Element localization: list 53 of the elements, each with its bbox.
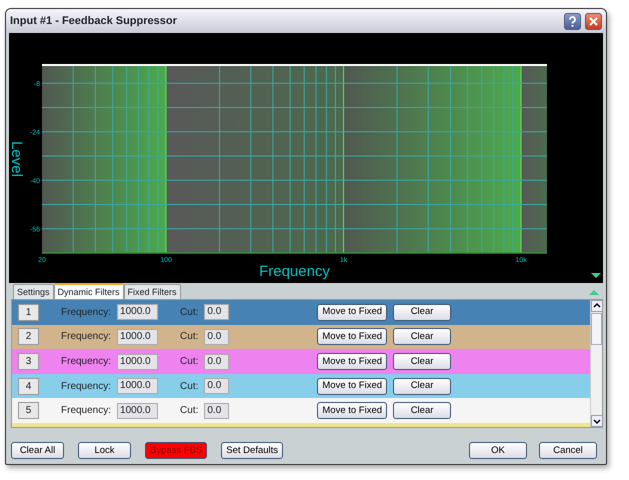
move-to-fixed-button[interactable]: Move to Fixed	[317, 402, 388, 420]
help-icon[interactable]	[564, 12, 581, 30]
scroll-thumb[interactable]	[591, 313, 602, 345]
cancel-button[interactable]: Cancel	[539, 442, 597, 459]
field-label: Cut:	[180, 355, 198, 370]
field-label: Frequency:	[61, 355, 112, 370]
row-number: 3	[18, 353, 39, 370]
tab[interactable]: Dynamic Filters	[54, 282, 124, 299]
frequency-field[interactable]: 1000.0	[117, 304, 158, 320]
field-label: Frequency:	[61, 306, 112, 320]
move-to-fixed-button[interactable]: Move to Fixed	[317, 353, 388, 370]
cut-field[interactable]: 0.0	[204, 402, 230, 419]
window-title: Input #1 - Feedback Suppressor	[10, 14, 178, 29]
field-label: Cut:	[180, 380, 198, 394]
clear-button[interactable]: Clear	[393, 353, 452, 370]
x-axis-title: Frequency	[259, 263, 330, 280]
field-label: Cut:	[180, 404, 198, 418]
frequency-field[interactable]: 1000.0	[117, 378, 158, 394]
frequency-field[interactable]: 1000.0	[117, 354, 158, 370]
clear-button[interactable]: Clear	[393, 378, 452, 395]
cut-field[interactable]: 0.0	[204, 304, 230, 320]
field-label: Frequency:	[61, 380, 112, 394]
row-number: 4	[18, 378, 39, 395]
field-label: Frequency:	[61, 404, 112, 418]
field-label: Cut:	[180, 306, 198, 320]
cut-field[interactable]: 0.0	[204, 378, 230, 394]
row-number: 1	[18, 304, 39, 321]
cut-field[interactable]: 0.0	[204, 354, 230, 370]
tab[interactable]: Settings	[13, 284, 54, 299]
y-axis-title: Level	[9, 141, 25, 177]
toolbar-button[interactable]: Set Defaults	[221, 442, 284, 459]
scrollbar[interactable]	[590, 300, 602, 427]
move-to-fixed-button[interactable]: Move to Fixed	[317, 304, 388, 321]
toolbar-button[interactable]: Clear All	[11, 442, 64, 459]
tab[interactable]: Fixed Filters	[124, 284, 181, 299]
collapse-down-icon[interactable]	[591, 273, 601, 278]
clear-button[interactable]: Clear	[393, 328, 452, 346]
row-number: 2	[18, 328, 39, 346]
clear-button[interactable]: Clear	[393, 402, 452, 420]
move-to-fixed-button[interactable]: Move to Fixed	[317, 328, 388, 346]
cut-field[interactable]: 0.0	[204, 328, 230, 345]
frequency-field[interactable]: 1000.0	[117, 328, 158, 345]
clear-button[interactable]: Clear	[393, 304, 452, 321]
row-number: 5	[18, 402, 39, 420]
scroll-down-button[interactable]	[591, 415, 603, 427]
toolbar-button[interactable]: Lock	[78, 442, 131, 459]
ok-button[interactable]: OK	[469, 442, 527, 459]
scroll-up-button[interactable]	[591, 300, 603, 312]
move-to-fixed-button[interactable]: Move to Fixed	[317, 378, 388, 395]
frequency-field[interactable]: 1000.0	[117, 402, 158, 419]
field-label: Cut:	[180, 330, 198, 344]
field-label: Frequency:	[61, 330, 112, 344]
close-icon[interactable]	[585, 12, 602, 30]
